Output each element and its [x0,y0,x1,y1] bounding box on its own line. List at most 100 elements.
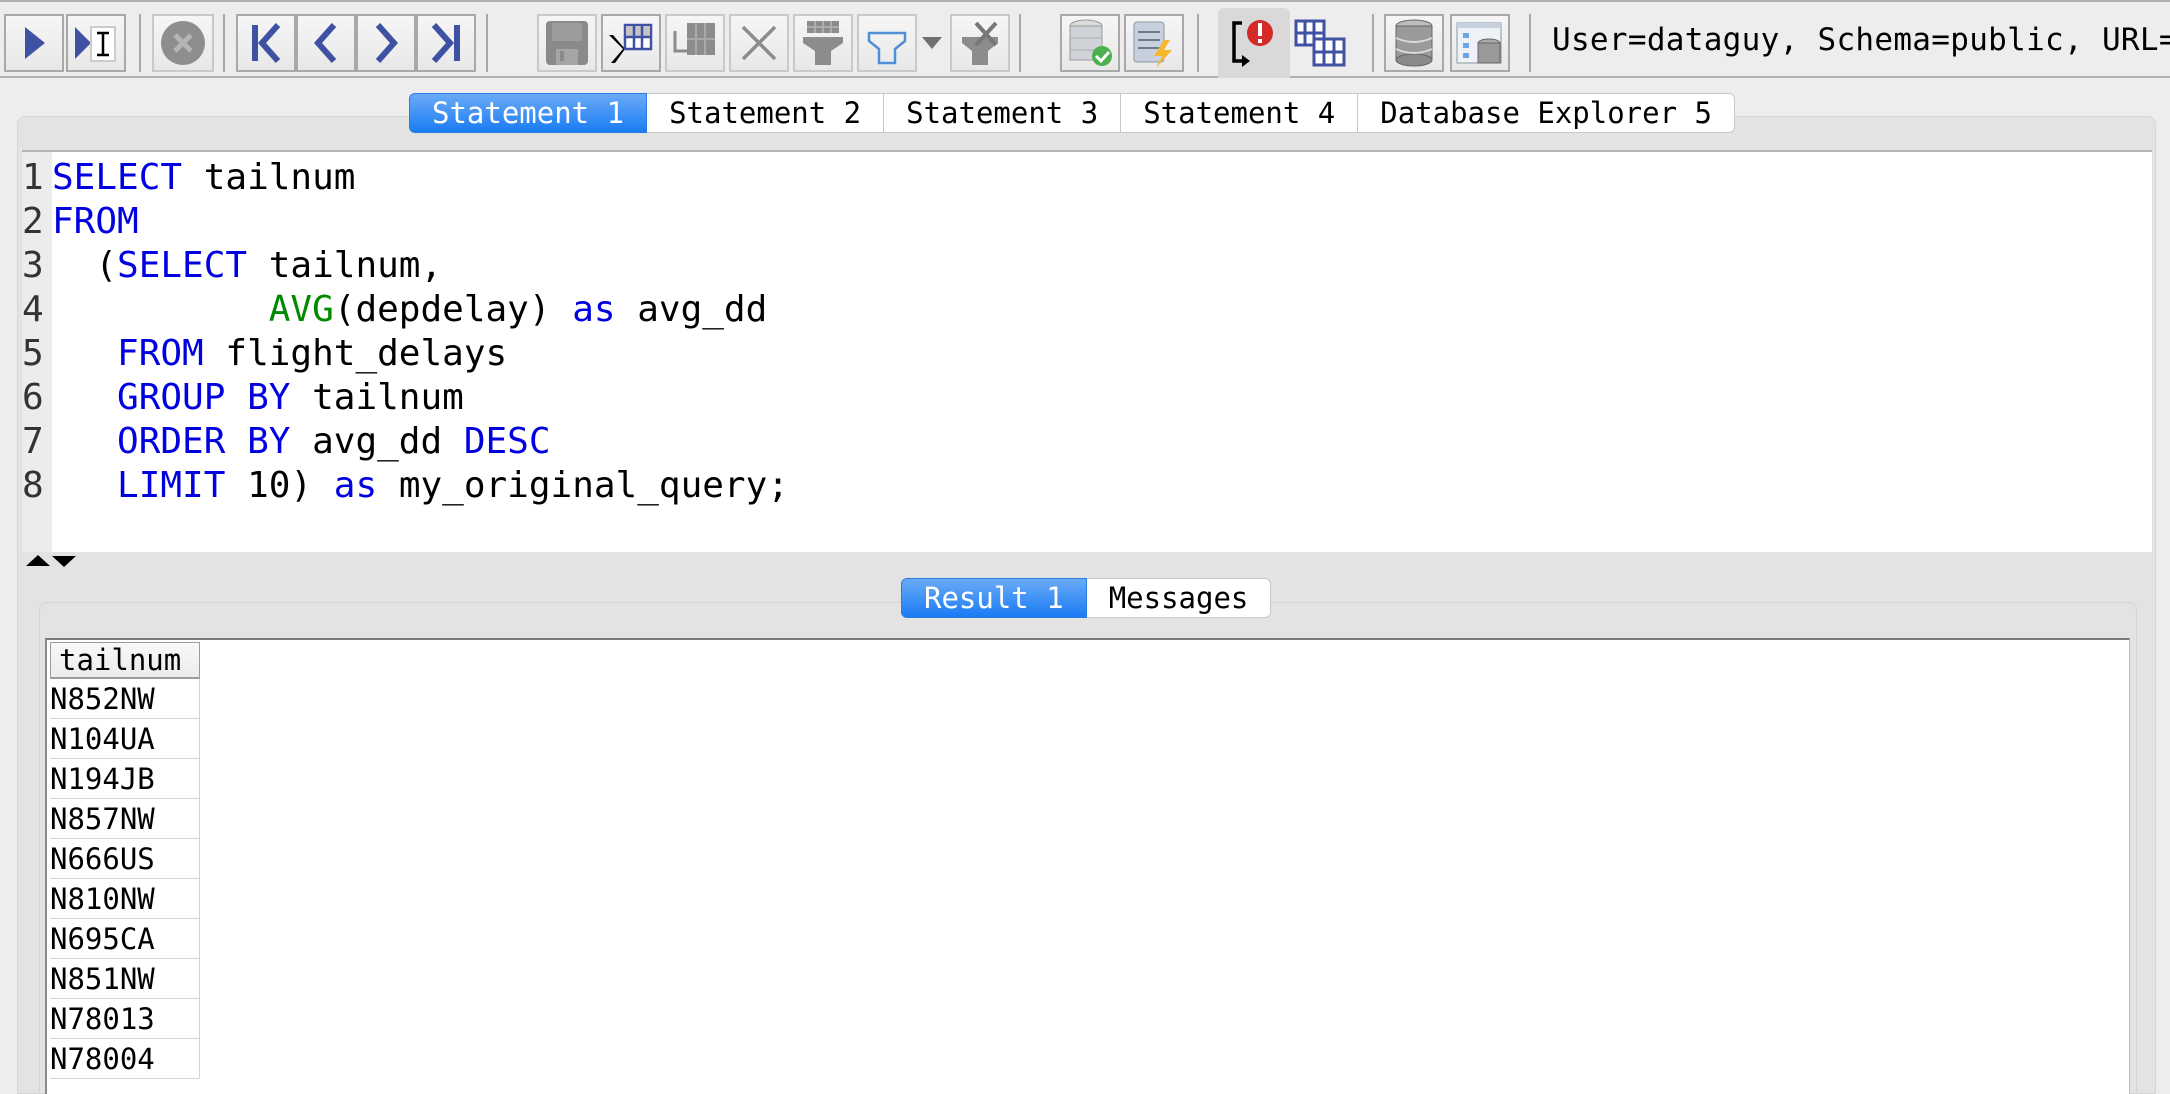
expand-down-icon[interactable] [52,556,76,567]
sql-text: avg_dd [615,289,768,330]
code-line: 6 GROUP BY tailnum [22,376,789,420]
next-statement-button[interactable] [356,14,416,72]
sql-keyword: SELECT [117,245,248,286]
tab-statement-4[interactable]: Statement 4 [1121,93,1359,133]
play-cursor-icon [75,26,116,62]
rollback-button[interactable] [1124,14,1184,72]
tab-statement-1[interactable]: Statement 1 [409,93,648,133]
insert-row-button[interactable] [665,14,725,72]
sql-keyword: as [572,289,616,330]
error-toggle-icon [1232,20,1273,67]
tab-database-explorer-5[interactable]: Database Explorer 5 [1358,93,1735,133]
sql-text: my_original_query; [377,465,789,506]
first-icon [252,23,281,63]
table-row[interactable]: N852NW [50,679,200,719]
filter-dropdown-button[interactable] [917,14,947,72]
sql-text: tailnum [290,377,464,418]
tab-statement-2[interactable]: Statement 2 [647,93,885,133]
play-icon [25,27,45,59]
line-number: 5 [22,333,44,374]
next-icon [375,23,399,63]
database-explorer-icon [1456,22,1502,64]
sql-text: tailnum [182,157,356,198]
line-number: 8 [22,465,44,506]
database-check-icon [1069,19,1112,66]
tab-messages[interactable]: Messages [1086,578,1272,618]
toolbar: User=dataguy, Schema=public, URL=j [0,0,2170,78]
grid-filter-icon [803,21,843,65]
sql-keyword: ORDER BY [117,421,291,462]
table-cursor-icon [609,23,653,63]
sql-editor[interactable]: 1 SELECT tailnum 2 FROM 3 (SELECT tailnum, 4 … [22,150,2152,552]
connection-info: User=dataguy, Schema=public, URL=j [1552,22,2170,58]
filter-icon [867,31,907,65]
line-number: 7 [22,421,44,462]
save-icon [546,21,588,65]
table-row[interactable]: N78004 [50,1039,200,1079]
sql-keyword: DESC [463,421,551,462]
statement-tabs: Statement 1 Statement 2 Statement 3 Stat… [409,93,1735,133]
column-header-tailnum[interactable]: tailnum [50,642,200,679]
table-row[interactable]: N851NW [50,959,200,999]
table-row[interactable]: N666US [50,839,200,879]
grid-insert-icon [673,23,715,55]
filter-by-grid-button[interactable] [793,14,853,72]
sql-keyword: LIMIT [117,465,226,506]
stop-button[interactable] [152,14,214,72]
line-number: 1 [22,157,44,198]
filter-clear-icon [962,21,998,65]
stop-icon [161,21,205,65]
line-number: 2 [22,201,44,242]
table-row[interactable]: N695CA [50,919,200,959]
sql-text: ( [52,245,118,286]
sql-text: (depdelay) [333,289,573,330]
code-line: 7 ORDER BY avg_dd DESC [22,420,789,464]
edit-results-button[interactable] [601,14,661,72]
sql-text: avg_dd [290,421,464,462]
code-line: 2 FROM [22,200,789,244]
result-table: tailnum N852NW N104UA N194JB N857NW N666US N8… [50,642,200,1079]
database-button[interactable] [1384,14,1444,72]
expand-up-icon[interactable] [26,555,50,566]
run-current-statement-button[interactable] [66,14,126,72]
delete-row-button[interactable] [729,14,789,72]
sql-keyword: GROUP BY [117,377,291,418]
table-row[interactable]: N194JB [50,759,200,799]
database-explorer-button[interactable] [1450,14,1510,72]
table-row[interactable]: N810NW [50,879,200,919]
line-number: 6 [22,377,44,418]
stop-on-error-toggle[interactable] [1218,8,1290,78]
sql-keyword: FROM [117,333,204,374]
tab-result-1[interactable]: Result 1 [901,578,1087,618]
splitter-handle[interactable] [26,553,76,572]
save-button[interactable] [537,14,597,72]
result-grid[interactable]: tailnum N852NW N104UA N194JB N857NW N666US N8… [45,638,2130,1094]
first-statement-button[interactable] [236,14,296,72]
previous-icon [313,23,337,63]
table-row[interactable]: N78013 [50,999,200,1039]
last-statement-button[interactable] [416,14,476,72]
database-lightning-icon [1133,21,1172,68]
run-statement-button[interactable] [4,14,64,72]
chevron-down-icon [922,37,942,49]
line-number: 3 [22,245,44,286]
table-row[interactable]: N104UA [50,719,200,759]
commit-button[interactable] [1060,14,1120,72]
table-row[interactable]: N857NW [50,799,200,839]
line-number: 4 [22,289,44,330]
append-results-button[interactable] [1292,14,1348,72]
previous-statement-button[interactable] [296,14,356,72]
sql-text: 10) [225,465,334,506]
filter-button[interactable] [857,14,917,72]
last-icon [431,23,460,63]
clear-filter-button[interactable] [950,14,1010,72]
code-line: 5 FROM flight_delays [22,332,789,376]
tab-statement-3[interactable]: Statement 3 [884,93,1122,133]
code-line: 1 SELECT tailnum [22,156,789,200]
sql-function: AVG [268,289,334,330]
